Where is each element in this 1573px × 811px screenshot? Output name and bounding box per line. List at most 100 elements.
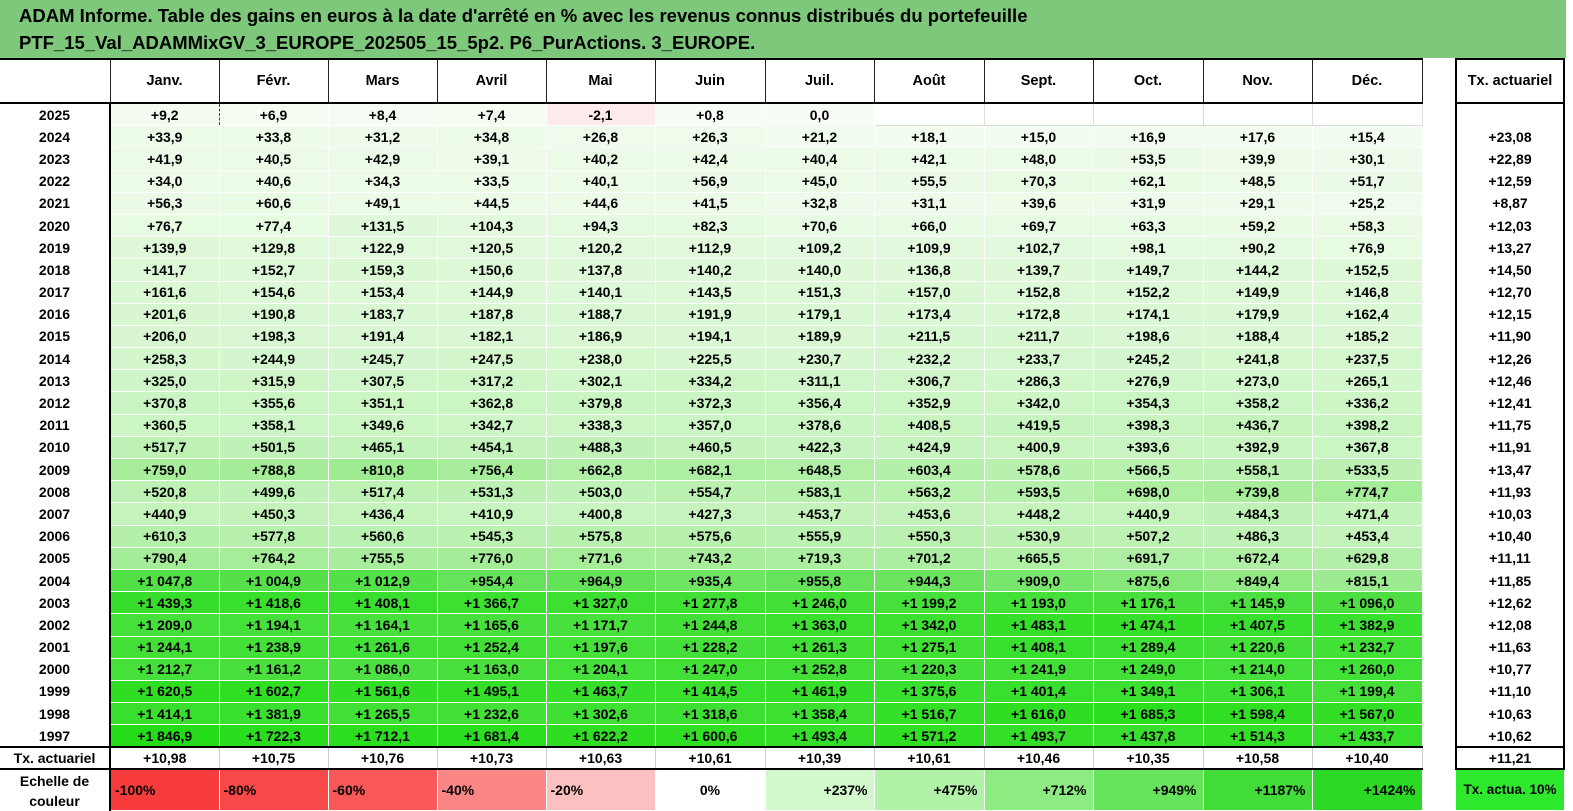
table-row: 2015 +206,0 +198,3 +191,4 +182,1 +186,9 +194,1… <box>0 324 1423 349</box>
gain-cell: +342,7 <box>436 413 547 437</box>
gain-cell: +152,7 <box>218 258 329 282</box>
gain-cell: +102,7 <box>983 236 1094 260</box>
gain-cell: +698,0 <box>1092 480 1204 504</box>
tx-actuariel-cell: +11,10 <box>1455 679 1565 704</box>
gain-cell: +334,2 <box>654 369 766 393</box>
gain-cell: +45,0 <box>764 169 875 193</box>
gain-cell: +48,5 <box>1202 169 1313 193</box>
gain-cell: +1 318,6 <box>654 702 766 726</box>
gain-cell: +1 375,6 <box>873 679 985 704</box>
gain-cell: +1 214,0 <box>1202 657 1313 681</box>
year-label: 2025 <box>0 103 111 126</box>
gain-cell: +1 600,6 <box>654 724 766 748</box>
gain-cell: +152,5 <box>1311 258 1423 282</box>
gain-cell: +159,3 <box>327 258 438 282</box>
table-row: 2012 +370,8 +355,6 +351,1 +362,8 +379,8 +372,3… <box>0 391 1423 415</box>
gain-cell: +311,1 <box>764 369 875 393</box>
gain-cell: +756,4 <box>436 457 547 482</box>
gain-cell: +1 260,0 <box>1311 657 1423 681</box>
gain-cell: +44,6 <box>545 191 656 215</box>
tx-header-row: Tx. actuariel <box>1455 58 1565 104</box>
gain-cell: +1 145,9 <box>1202 591 1313 615</box>
gain-cell: +759,0 <box>109 457 220 482</box>
gain-cell: +360,5 <box>109 413 220 437</box>
gain-cell: +98,1 <box>1092 236 1204 260</box>
gain-cell: +144,2 <box>1202 258 1313 282</box>
header-row: Janv. Févr. Mars Avril Mai Juin Juil. Août Sept.… <box>0 58 1423 104</box>
color-scale-swatch: +1187% <box>1202 768 1313 811</box>
gain-cell: +555,9 <box>764 524 875 548</box>
gain-cell: +484,3 <box>1202 502 1313 526</box>
year-label: 2023 <box>0 147 111 171</box>
gain-cell: +1 561,6 <box>327 679 438 704</box>
gain-cell: +392,9 <box>1202 435 1313 460</box>
gain-cell: +575,8 <box>545 524 656 548</box>
gain-cell: +151,3 <box>764 280 875 304</box>
tx-row: +13,27 <box>1455 236 1565 260</box>
gain-cell: +436,4 <box>327 502 438 526</box>
gain-cell: +194,1 <box>654 324 766 349</box>
gain-cell: +94,3 <box>545 213 656 238</box>
gain-cell: +338,3 <box>545 413 656 437</box>
gain-cell: +593,5 <box>983 480 1094 504</box>
gain-cell: +1 212,7 <box>109 657 220 681</box>
year-label: 2007 <box>0 502 111 526</box>
gain-cell: +367,8 <box>1311 435 1423 460</box>
gain-cell: +450,3 <box>218 502 329 526</box>
gain-cell: +935,4 <box>654 568 766 593</box>
gain-cell: +1 199,2 <box>873 591 985 615</box>
gain-cell: +1 401,4 <box>983 679 1094 704</box>
gain-cell: +1 366,7 <box>436 591 547 615</box>
gain-cell: +336,2 <box>1311 391 1423 415</box>
gain-cell: +719,3 <box>764 546 875 570</box>
gain-cell: +575,6 <box>654 524 766 548</box>
gain-cell: +1 194,1 <box>218 613 329 637</box>
gain-cell: +233,7 <box>983 347 1094 371</box>
gain-cell: +230,7 <box>764 347 875 371</box>
gain-cell: +1 414,5 <box>654 679 766 704</box>
gain-cell <box>1311 102 1423 127</box>
gain-cell: +154,6 <box>218 280 329 304</box>
gain-cell: +440,9 <box>1092 502 1204 526</box>
gain-cell: +499,6 <box>218 480 329 504</box>
color-scale-swatch: +712% <box>983 768 1094 811</box>
gain-cell: +40,1 <box>545 169 656 193</box>
table-row: 2011 +360,5 +358,1 +349,6 +342,7 +338,3 +357,0… <box>0 413 1423 437</box>
gain-cell: +183,7 <box>327 302 438 326</box>
gain-cell: +400,8 <box>545 502 656 526</box>
gain-cell: +530,9 <box>983 524 1094 548</box>
gain-cell: +583,1 <box>764 480 875 504</box>
gain-cell: +211,5 <box>873 324 985 349</box>
gain-cell: +112,9 <box>654 236 766 260</box>
gain-cell: +120,2 <box>545 236 656 260</box>
gain-cell: +189,9 <box>764 324 875 349</box>
tx-actuariel-cell: +10,62 <box>1455 724 1565 748</box>
gain-cell: +1 193,0 <box>983 591 1094 615</box>
year-label: 2020 <box>0 214 111 237</box>
gain-cell: +352,9 <box>873 391 985 415</box>
tx-actuariel-cell: +12,08 <box>1455 613 1565 637</box>
gain-cell: +342,0 <box>983 391 1094 415</box>
table-row: 1999 +1 620,5 +1 602,7 +1 561,6 +1 495,1 +1 4… <box>0 679 1423 704</box>
gain-cell: +56,9 <box>654 169 766 193</box>
year-label: 2022 <box>0 170 111 193</box>
gain-cell: +137,8 <box>545 258 656 282</box>
gain-cell: +1 232,7 <box>1311 635 1423 659</box>
gain-cell: +241,8 <box>1202 347 1313 371</box>
gain-cell: +62,1 <box>1092 169 1204 193</box>
year-label: 2013 <box>0 369 111 392</box>
gain-cell: 0,0 <box>764 102 875 127</box>
table-row: 2020 +76,7 +77,4 +131,5 +104,3 +94,3 +82,3 +70,… <box>0 213 1423 238</box>
gain-cell: +258,3 <box>109 347 220 371</box>
gain-cell: +188,7 <box>545 302 656 326</box>
gain-cell: +1 249,0 <box>1092 657 1204 681</box>
gain-cell: +122,9 <box>327 236 438 260</box>
gain-cell: +26,3 <box>654 125 766 149</box>
gain-cell: +503,0 <box>545 480 656 504</box>
year-label: 2001 <box>0 636 111 659</box>
gain-cell: +149,7 <box>1092 258 1204 282</box>
gain-cell: +146,8 <box>1311 280 1423 304</box>
gain-cell: +566,5 <box>1092 457 1204 482</box>
actuarial-rate-column: Tx. actuariel +23,08 +22,89 +12,59 +8,87 +12,… <box>1455 58 1565 811</box>
tx-actuariel-cell: +14,50 <box>1455 258 1565 282</box>
